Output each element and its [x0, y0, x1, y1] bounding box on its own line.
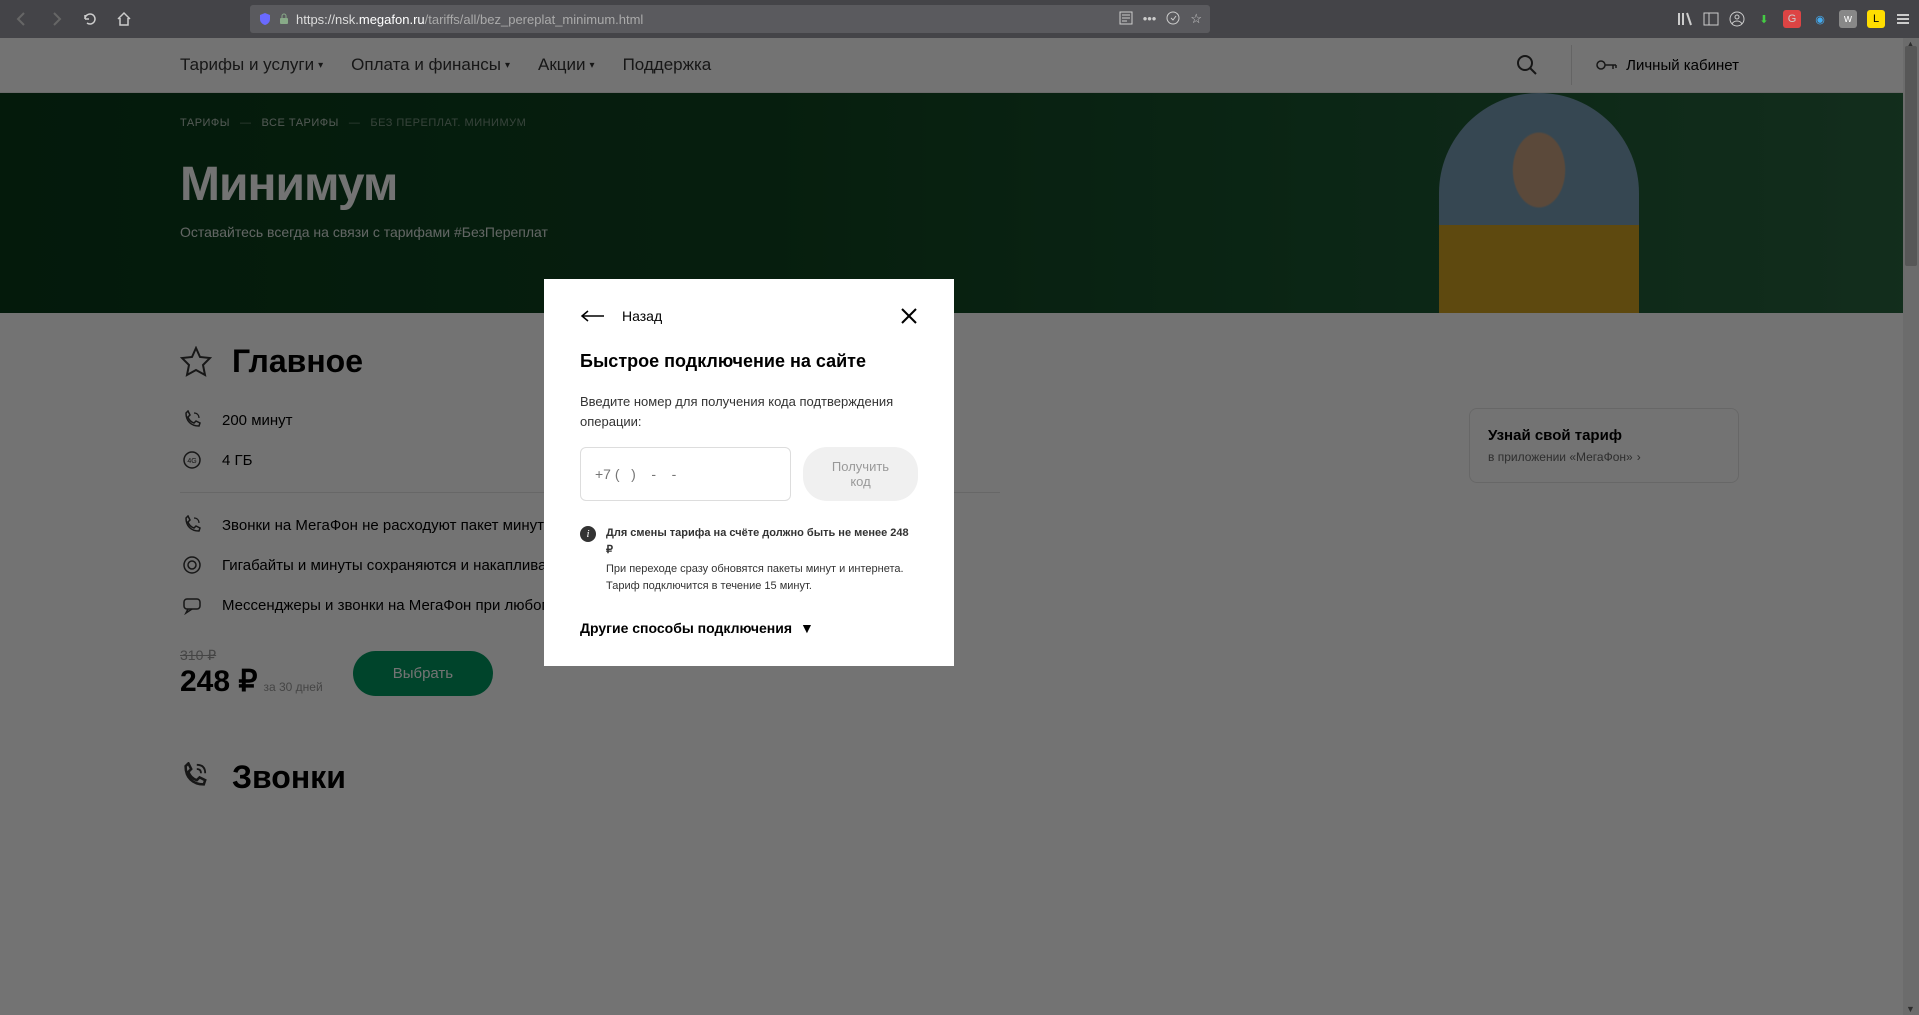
home-button[interactable] — [110, 5, 138, 33]
protection-icon[interactable] — [1166, 11, 1180, 27]
lock-icon — [278, 13, 290, 25]
extension-icon[interactable]: ◉ — [1811, 10, 1829, 28]
get-code-button[interactable]: Получить код — [803, 447, 918, 501]
close-button[interactable] — [900, 307, 918, 325]
back-button[interactable] — [8, 5, 36, 33]
extension-icon[interactable]: L — [1867, 10, 1885, 28]
extension-icon[interactable]: G — [1783, 10, 1801, 28]
phone-input[interactable] — [580, 447, 791, 501]
browser-toolbar: https://nsk.megafon.ru/tariffs/all/bez_p… — [0, 0, 1919, 38]
more-icon[interactable]: ••• — [1143, 11, 1157, 27]
close-icon — [900, 307, 918, 325]
modal-instruction: Введите номер для получения кода подтвер… — [580, 392, 918, 431]
modal-overlay[interactable] — [0, 38, 1919, 1015]
reader-icon[interactable] — [1119, 11, 1133, 27]
bookmark-icon[interactable]: ☆ — [1190, 11, 1202, 27]
library-icon[interactable] — [1677, 11, 1693, 27]
extension-icon[interactable]: w — [1839, 10, 1857, 28]
chevron-down-icon: ▼ — [800, 620, 814, 636]
quick-connect-modal: Назад Быстрое подключение на сайте Введи… — [544, 279, 954, 666]
modal-info-text: Для смены тарифа на счёте должно быть не… — [606, 525, 918, 594]
address-bar[interactable]: https://nsk.megafon.ru/tariffs/all/bez_p… — [250, 5, 1210, 33]
shield-icon — [258, 12, 272, 26]
other-methods-toggle[interactable]: Другие способы подключения ▼ — [580, 620, 918, 636]
account-icon[interactable] — [1729, 11, 1745, 27]
arrow-left-icon — [580, 310, 604, 322]
download-icon[interactable]: ⬇ — [1755, 10, 1773, 28]
reload-button[interactable] — [76, 5, 104, 33]
forward-button[interactable] — [42, 5, 70, 33]
sidebar-icon[interactable] — [1703, 11, 1719, 27]
menu-icon[interactable] — [1895, 11, 1911, 27]
info-icon: i — [580, 526, 596, 542]
url-text: https://nsk.megafon.ru/tariffs/all/bez_p… — [296, 12, 1113, 27]
modal-back-button[interactable]: Назад — [580, 308, 662, 324]
modal-title: Быстрое подключение на сайте — [580, 351, 918, 372]
